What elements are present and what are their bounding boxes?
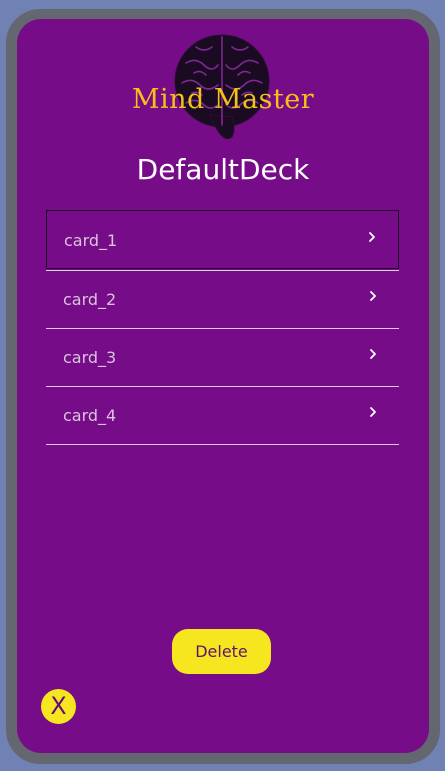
- card-row-1[interactable]: card_1: [46, 210, 399, 271]
- close-button[interactable]: X: [41, 689, 76, 724]
- logo-text: Mind Master: [131, 84, 315, 115]
- app-logo: Mind Master: [128, 33, 318, 145]
- deck-title: DefaultDeck: [136, 153, 310, 186]
- chevron-right-icon: [370, 349, 376, 359]
- card-list: card_1 card_2 card_3 card_4: [46, 210, 399, 445]
- chevron-right-icon: [369, 232, 375, 242]
- chevron-right-icon: [370, 291, 376, 301]
- delete-button[interactable]: Delete: [172, 629, 271, 674]
- card-row-2[interactable]: card_2: [46, 271, 399, 329]
- app-screen: Mind Master DefaultDeck card_1 card_2 ca…: [17, 19, 429, 753]
- card-row-4[interactable]: card_4: [46, 387, 399, 445]
- chevron-right-icon: [370, 407, 376, 417]
- card-label: card_3: [63, 348, 117, 367]
- card-row-3[interactable]: card_3: [46, 329, 399, 387]
- card-label: card_4: [63, 406, 117, 425]
- card-label: card_2: [63, 290, 117, 309]
- device-frame: Mind Master DefaultDeck card_1 card_2 ca…: [6, 9, 440, 764]
- card-label: card_1: [64, 231, 118, 250]
